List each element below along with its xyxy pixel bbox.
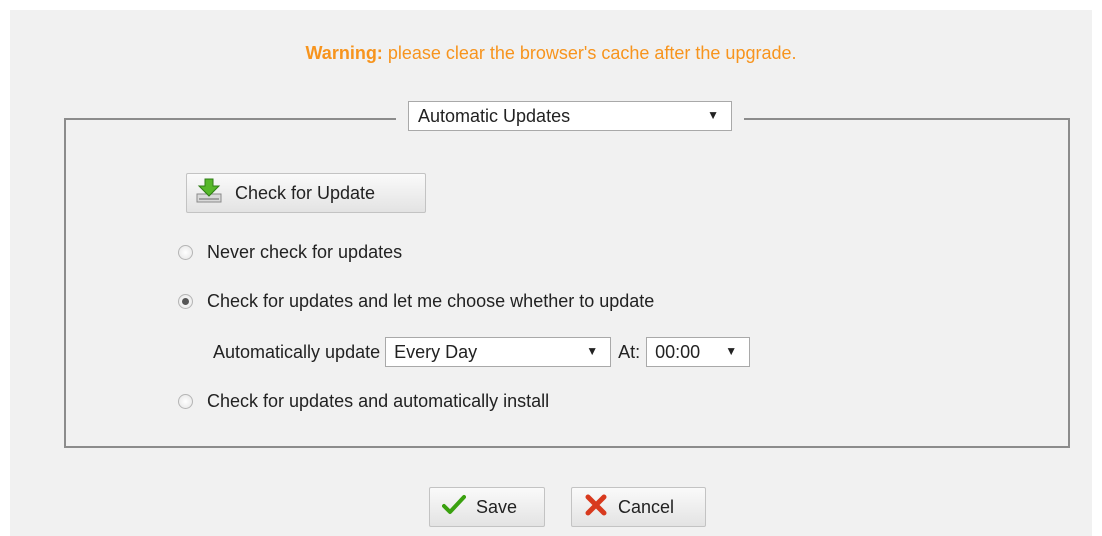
cancel-label: Cancel	[618, 496, 675, 517]
check-for-update-button[interactable]: Check for Update	[186, 173, 426, 213]
radio-never-check[interactable]: Never check for updates	[178, 242, 402, 263]
cancel-button[interactable]: Cancel	[571, 487, 706, 527]
update-mode-select[interactable]: Automatic Updates ▼	[408, 101, 732, 131]
radio-button[interactable]	[178, 294, 193, 309]
update-mode-value: Automatic Updates	[418, 106, 571, 126]
radio-label: Check for updates and let me choose whet…	[207, 291, 655, 311]
checkmark-icon	[442, 494, 466, 521]
frequency-value: Every Day	[394, 342, 478, 362]
close-icon	[584, 493, 608, 522]
chevron-down-icon: ▼	[707, 108, 719, 122]
warning-label: Warning:	[305, 43, 383, 63]
chevron-down-icon: ▼	[725, 344, 738, 358]
frequency-select[interactable]: Every Day ▼	[385, 337, 612, 367]
schedule-row: Automatically update Every Day ▼ At: 00:…	[213, 337, 751, 367]
radio-let-me-choose[interactable]: Check for updates and let me choose whet…	[178, 291, 654, 312]
download-arrow-icon	[195, 177, 225, 210]
save-label: Save	[476, 496, 518, 517]
schedule-label: Automatically update	[213, 341, 381, 362]
chevron-down-icon: ▼	[586, 344, 599, 358]
time-value: 00:00	[655, 342, 701, 362]
radio-button[interactable]	[178, 245, 193, 260]
radio-label: Check for updates and automatically inst…	[207, 391, 550, 411]
at-label: At:	[618, 341, 641, 362]
radio-button[interactable]	[178, 394, 193, 409]
save-button[interactable]: Save	[429, 487, 545, 527]
warning-text: please clear the browser's cache after t…	[382, 43, 797, 63]
cache-warning: Warning: please clear the browser's cach…	[0, 43, 1102, 64]
time-select[interactable]: 00:00 ▼	[646, 337, 751, 367]
radio-label: Never check for updates	[207, 242, 403, 262]
radio-auto-install[interactable]: Check for updates and automatically inst…	[178, 391, 549, 412]
check-for-update-label: Check for Update	[235, 182, 376, 203]
